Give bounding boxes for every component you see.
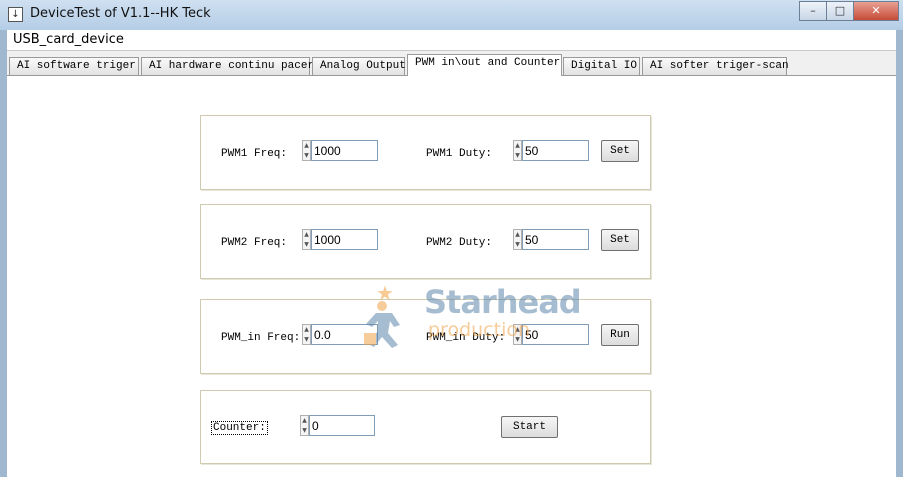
pwm2-freq-input[interactable]	[311, 229, 378, 250]
tab-pwm-in-out-counter[interactable]: PWM in\out and Counter	[407, 54, 562, 76]
spin-up-icon[interactable]: ▲	[514, 230, 521, 239]
pwm-in-freq-label: PWM_in Freq:	[221, 332, 301, 344]
pwm1-duty-input[interactable]	[522, 140, 589, 161]
spin-up-icon[interactable]: ▲	[303, 325, 310, 334]
watermark-brand: Starhead	[424, 283, 582, 321]
window-title: DeviceTest of V1.1--HK Teck	[30, 6, 211, 21]
menu-bar: USB_card_device	[7, 30, 896, 51]
pwm1-set-button[interactable]: Set	[601, 140, 639, 162]
pwm2-freq-spinner[interactable]: ▲ ▼	[302, 229, 311, 250]
pwm1-freq-label: PWM1 Freq:	[221, 148, 288, 160]
tab-ai-software-triger[interactable]: AI software triger	[9, 57, 139, 75]
spin-up-icon[interactable]: ▲	[301, 416, 308, 425]
pwm2-freq-label: PWM2 Freq:	[221, 237, 288, 249]
spin-down-icon[interactable]: ▼	[303, 335, 310, 344]
counter-spinner[interactable]: ▲ ▼	[300, 415, 309, 436]
pwm2-set-button[interactable]: Set	[601, 229, 639, 251]
counter-group: Counter: ▲ ▼ Start	[200, 390, 651, 464]
pwm-in-run-button[interactable]: Run	[601, 324, 639, 346]
pwm-in-freq-spinner[interactable]: ▲ ▼	[302, 324, 311, 345]
tab-page-pwm-counter: PWM1 Freq: ▲ ▼ PWM1 Duty: ▲ ▼ Set PWM2 F…	[7, 75, 896, 477]
pwm1-duty-label: PWM1 Duty:	[426, 148, 493, 160]
counter-input[interactable]	[309, 415, 375, 436]
pwm1-freq-input[interactable]	[311, 140, 378, 161]
pwm2-duty-label: PWM2 Duty:	[426, 237, 493, 249]
maximize-button[interactable]: □	[826, 1, 854, 21]
spin-down-icon[interactable]: ▼	[514, 240, 521, 249]
spin-down-icon[interactable]: ▼	[303, 240, 310, 249]
spin-up-icon[interactable]: ▲	[514, 141, 521, 150]
pwm2-duty-input[interactable]	[522, 229, 589, 250]
pwm2-group: PWM2 Freq: ▲ ▼ PWM2 Duty: ▲ ▼ Set	[200, 204, 651, 279]
pwm1-duty-spinner[interactable]: ▲ ▼	[513, 140, 522, 161]
window-controls: – □ ✕	[799, 1, 899, 21]
counter-label: Counter:	[211, 421, 268, 435]
counter-start-button[interactable]: Start	[501, 416, 558, 438]
tab-ai-softer-triger-scan[interactable]: AI softer triger-scan	[642, 57, 789, 75]
pwm1-freq-spinner[interactable]: ▲ ▼	[302, 140, 311, 161]
watermark-tagline: production	[428, 319, 531, 341]
spin-up-icon[interactable]: ▲	[303, 141, 310, 150]
starhead-watermark: ★ Starhead production	[352, 281, 582, 356]
app-icon[interactable]: ↓	[8, 7, 23, 22]
tab-ai-hardware-continu-pacer[interactable]: AI hardware continu pacer	[141, 57, 314, 75]
tab-digital-io[interactable]: Digital IO	[563, 57, 640, 75]
minimize-button[interactable]: –	[799, 1, 827, 21]
pwm2-duty-spinner[interactable]: ▲ ▼	[513, 229, 522, 250]
title-bar: ↓ DeviceTest of V1.1--HK Teck – □ ✕	[0, 0, 903, 30]
spin-down-icon[interactable]: ▼	[303, 151, 310, 160]
close-button[interactable]: ✕	[853, 1, 899, 21]
pwm1-group: PWM1 Freq: ▲ ▼ PWM1 Duty: ▲ ▼ Set	[200, 115, 651, 190]
spin-down-icon[interactable]: ▼	[514, 151, 521, 160]
tab-strip: AI software triger AI hardware continu p…	[7, 51, 896, 76]
tab-analog-output[interactable]: Analog Output	[312, 57, 406, 75]
figure-icon	[364, 301, 400, 348]
spin-up-icon[interactable]: ▲	[303, 230, 310, 239]
spin-down-icon[interactable]: ▼	[301, 426, 308, 435]
menu-usb-card-device[interactable]: USB_card_device	[13, 32, 124, 47]
